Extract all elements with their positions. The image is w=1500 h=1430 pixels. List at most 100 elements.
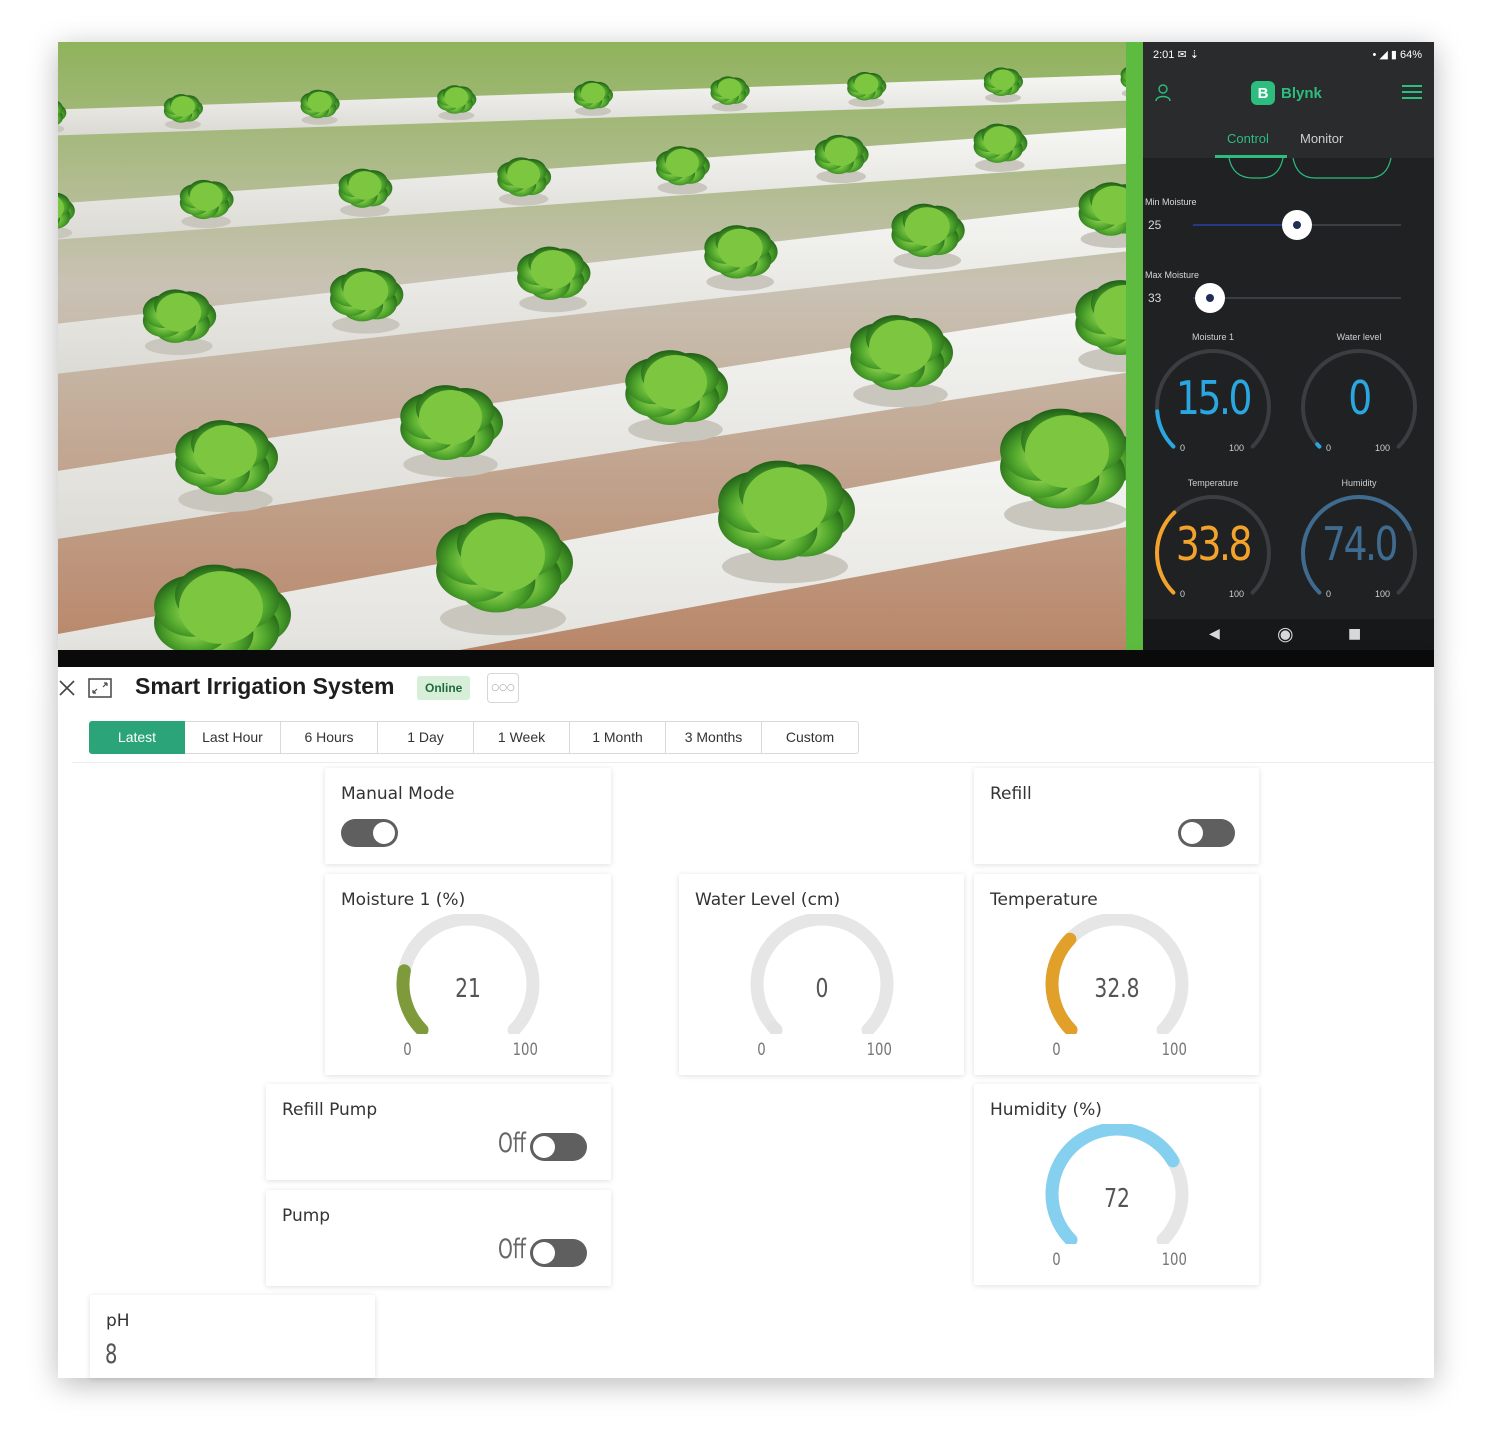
more-options-button[interactable]: ○○○ <box>487 673 519 703</box>
card-title: Humidity (%) <box>990 1100 1102 1120</box>
scrolled-buttons-edge <box>1228 158 1392 179</box>
gauge-min: 0 <box>1326 589 1332 599</box>
lettuce-plant <box>517 246 591 313</box>
tab-control[interactable]: Control <box>1227 131 1269 146</box>
user-icon[interactable] <box>1155 84 1171 102</box>
tab-1-month[interactable]: 1 Month <box>570 721 666 754</box>
gauge-min: 0 <box>757 1040 766 1060</box>
page-title: Smart Irrigation System <box>135 673 395 699</box>
lettuce-plant <box>814 134 869 184</box>
status-battery: • ◢ ▮ 64% <box>1372 49 1422 61</box>
tab-1-day[interactable]: 1 Day <box>378 721 474 754</box>
lettuce-plant <box>891 203 965 270</box>
ph-card: pH 8 <box>90 1295 375 1378</box>
lettuce-plant <box>718 460 855 584</box>
gauge-min: 0 <box>1326 443 1332 453</box>
gauge-value: 15.0 <box>1175 371 1253 425</box>
tab-1-week[interactable]: 1 Week <box>474 721 570 754</box>
gauge-max: 100 <box>1375 443 1391 453</box>
tab-latest[interactable]: Latest <box>89 721 185 754</box>
manual-mode-toggle[interactable] <box>341 819 398 847</box>
refill-toggle[interactable] <box>1178 819 1235 847</box>
status-time: 2:01 ✉ ⇣ <box>1153 49 1199 61</box>
gauge-value: 33.8 <box>1175 517 1253 571</box>
home-icon[interactable]: ◉ <box>1277 623 1294 645</box>
gauge-min: 0 <box>1180 589 1186 599</box>
lettuce-plant <box>179 179 234 229</box>
card-title: Refill <box>990 784 1032 804</box>
ph-value: 8 <box>105 1339 118 1370</box>
water-level-gauge-card: Water Level (cm) 0 0 100 <box>679 874 964 1075</box>
phone-gauge-water-level: 0 0 100 <box>1289 347 1429 467</box>
lettuce-plant <box>1000 408 1137 532</box>
blynk-phone-app: 2:01 ✉ ⇣ • ◢ ▮ 64% B Blynk Control Monit… <box>1143 42 1434 650</box>
status-badge: Online <box>417 676 471 700</box>
hydroponic-lettuce-photo <box>58 42 1144 650</box>
lettuce-plant <box>400 385 503 478</box>
refill-card: Refill <box>974 768 1259 864</box>
pump-card: Pump Off <box>266 1190 611 1286</box>
gauge-label-temperature: Temperature <box>1187 478 1239 488</box>
lettuce-plant <box>142 289 217 356</box>
phone-gauge-humidity: 74.0 0 100 <box>1289 493 1429 613</box>
lettuce-plant <box>850 315 953 408</box>
phone-gauge-temperature: 33.8 0 100 <box>1143 493 1283 613</box>
fullscreen-icon[interactable] <box>88 678 112 698</box>
back-icon[interactable]: ◀ <box>1209 626 1220 642</box>
phone-header: 2:01 ✉ ⇣ • ◢ ▮ 64% B Blynk Control Monit… <box>1143 42 1434 158</box>
slider-track <box>1193 210 1401 240</box>
pump-toggle[interactable] <box>530 1239 587 1267</box>
gauge-fill <box>1315 442 1322 449</box>
hero-bottom-edge <box>58 650 1434 667</box>
lettuce-plant <box>338 168 393 217</box>
lettuce-plant <box>704 225 778 291</box>
gauge-max: 100 <box>1375 589 1391 599</box>
lettuce-plant <box>973 123 1028 172</box>
slider-label: Min Moisture <box>1145 197 1197 207</box>
blynk-logo-mark: B <box>1251 81 1275 105</box>
gauge-value: 32.8 <box>1094 974 1140 1004</box>
gauge-value: 74.0 <box>1321 517 1399 571</box>
gauge-max: 100 <box>512 1040 538 1060</box>
moisture-gauge-card: Moisture 1 (%) 21 0 100 <box>325 874 611 1075</box>
slider-knob[interactable] <box>1282 210 1312 240</box>
lettuce-plant <box>175 420 278 513</box>
card-title: Refill Pump <box>282 1100 378 1120</box>
tab-6-hours[interactable]: 6 Hours <box>281 721 378 754</box>
card-title: Manual Mode <box>341 784 455 804</box>
blynk-logo: B Blynk <box>1251 81 1322 105</box>
gauge-min: 0 <box>1180 443 1186 453</box>
gauge-value: 72 <box>1104 1184 1130 1214</box>
card-title: Water Level (cm) <box>695 890 841 910</box>
tab-3-months[interactable]: 3 Months <box>666 721 762 754</box>
tab-last-hour[interactable]: Last Hour <box>185 721 281 754</box>
gauge-label-water-level: Water level <box>1336 332 1382 342</box>
lettuce-plant <box>329 267 404 334</box>
gauge-label-humidity: Humidity <box>1341 478 1377 488</box>
gauge-min: 0 <box>1052 1040 1061 1060</box>
blynk-brand-name: Blynk <box>1281 84 1322 102</box>
divider <box>72 762 1434 763</box>
slider-track <box>1193 283 1401 313</box>
close-icon[interactable] <box>58 679 76 697</box>
gauge-value: 0 <box>1348 371 1372 425</box>
card-title: Temperature <box>990 890 1098 910</box>
hamburger-menu-icon[interactable] <box>1402 84 1422 100</box>
manual-mode-card: Manual Mode <box>325 768 611 864</box>
gauge-min: 0 <box>403 1040 412 1060</box>
tab-monitor[interactable]: Monitor <box>1300 131 1343 146</box>
lettuce-plant <box>983 67 1023 103</box>
card-title: Pump <box>282 1206 331 1226</box>
lettuce-plant <box>163 94 203 130</box>
tab-custom[interactable]: Custom <box>762 721 859 754</box>
refill-pump-toggle[interactable] <box>530 1133 587 1161</box>
phone-gauge-moisture: 15.0 0 100 <box>1143 347 1283 467</box>
gauge-max: 100 <box>1161 1040 1187 1060</box>
blynk-web-dashboard: Smart Irrigation System Online ○○○ Lates… <box>58 667 1434 1378</box>
card-title: pH <box>106 1311 130 1331</box>
gauge-min: 0 <box>1052 1250 1061 1270</box>
recents-icon[interactable]: ■ <box>1348 626 1361 642</box>
slider-knob[interactable] <box>1194 283 1225 313</box>
gauge-label-moisture: Moisture 1 <box>1191 332 1235 342</box>
hero-panel: 2:01 ✉ ⇣ • ◢ ▮ 64% B Blynk Control Monit… <box>58 42 1434 667</box>
